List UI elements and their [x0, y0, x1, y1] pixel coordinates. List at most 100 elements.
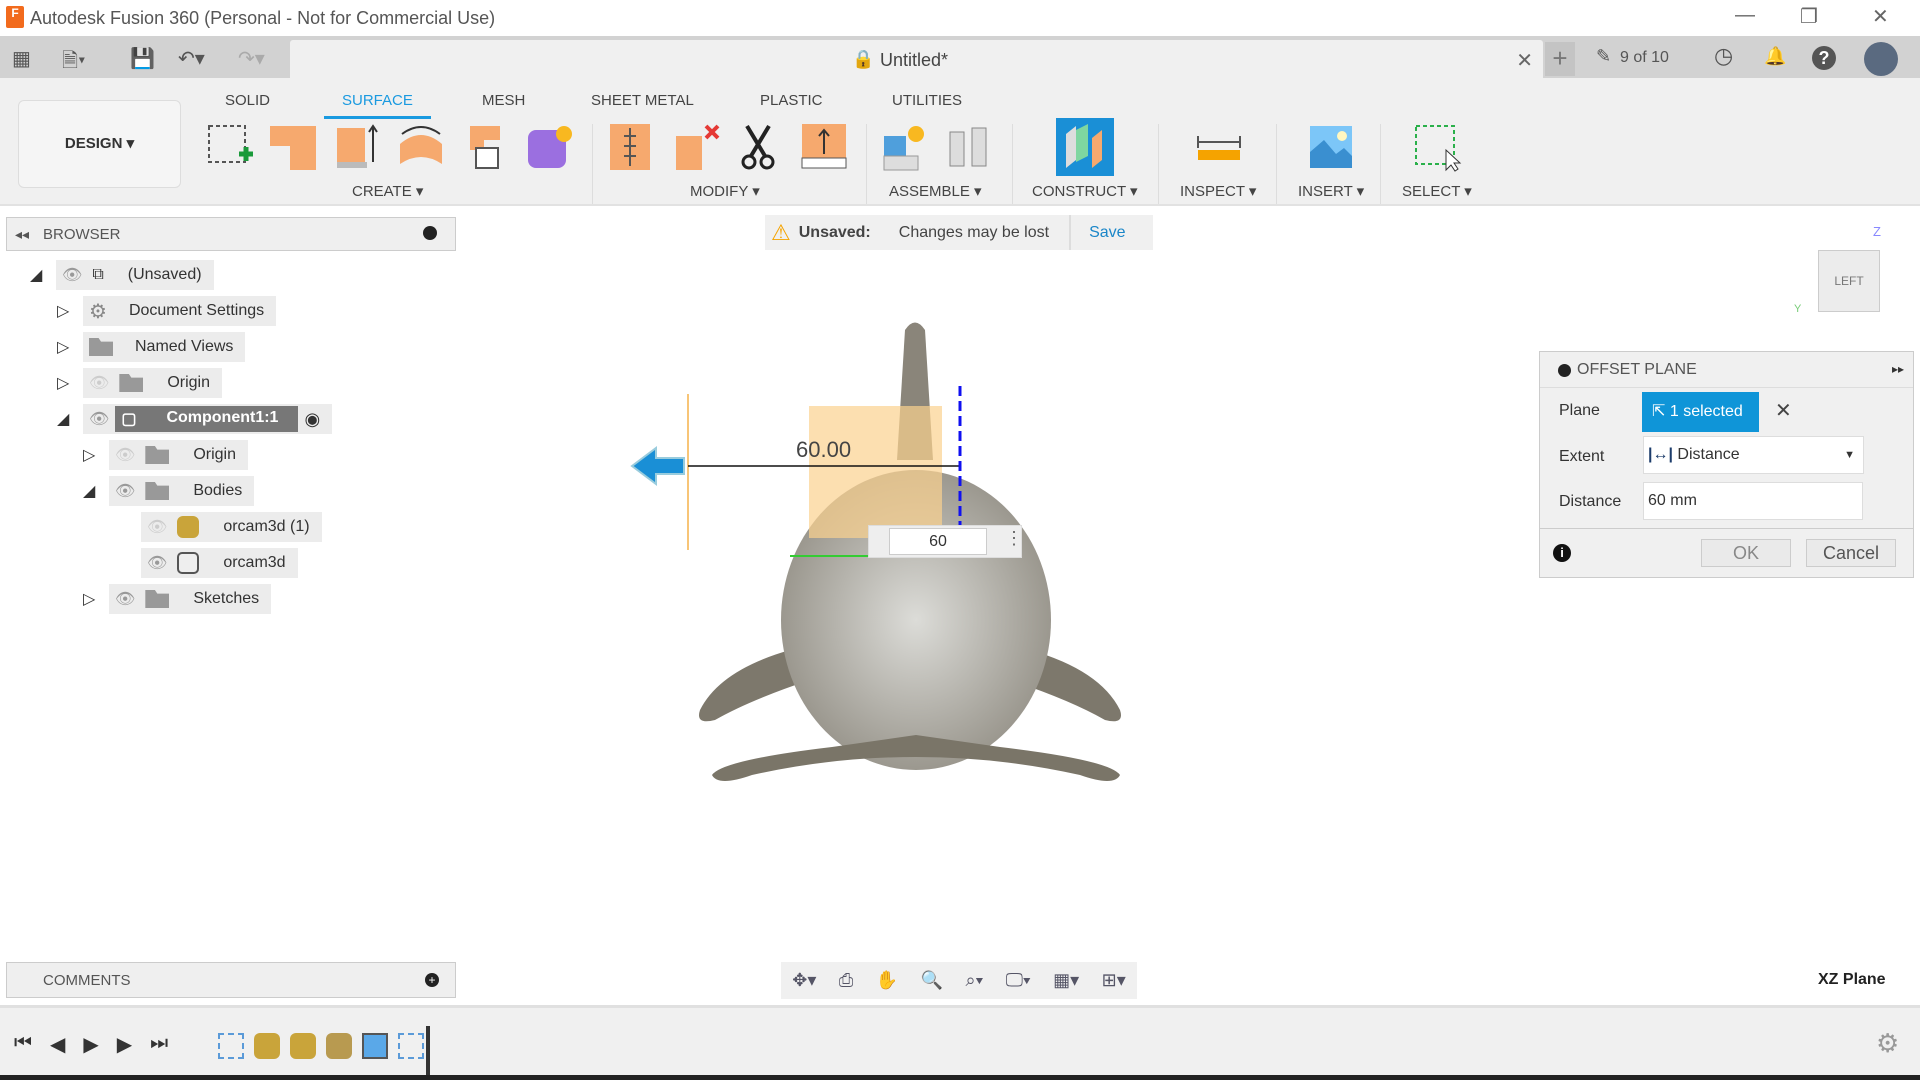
zoom-icon[interactable]: 🔍 [921, 970, 943, 991]
save-icon[interactable]: 💾 [130, 46, 155, 71]
tree-item-named-views[interactable]: ▷Named Views [57, 332, 245, 362]
browser-panel-header[interactable]: ◂◂ BROWSER [6, 217, 456, 251]
collapsed-triangle-icon[interactable]: ▷ [83, 445, 103, 465]
distance-input[interactable]: 60 mm [1643, 482, 1863, 520]
collapsed-triangle-icon[interactable]: ▷ [57, 373, 77, 393]
timeline-sketch-icon[interactable] [218, 1033, 244, 1059]
help-icon[interactable]: ? [1812, 46, 1836, 70]
tree-item-component-origin[interactable]: ▷👁Origin [83, 440, 248, 470]
fit-icon[interactable]: ⌕▾ [966, 970, 984, 991]
eye-hidden-icon[interactable]: 👁 [89, 373, 109, 393]
close-window-button[interactable]: ✕ [1872, 4, 1889, 29]
measure-icon[interactable] [1194, 122, 1244, 172]
tab-utilities[interactable]: UTILITIES [892, 92, 962, 109]
sweep-icon[interactable] [460, 122, 510, 172]
thicken-icon[interactable] [606, 122, 656, 172]
expanded-triangle-icon[interactable]: ◢ [83, 481, 103, 501]
pan-hand-icon[interactable]: ✋ [876, 970, 898, 991]
timeline-plane-icon[interactable] [362, 1033, 388, 1059]
workspace-design-dropdown[interactable]: DESIGN ▾ [18, 100, 181, 188]
revolve-icon[interactable] [396, 122, 446, 172]
tab-surface[interactable]: SURFACE [342, 92, 413, 109]
loft-icon[interactable] [524, 122, 574, 172]
insert-image-icon[interactable] [1306, 122, 1356, 172]
construct-plane-icon[interactable] [1056, 118, 1114, 176]
tree-item-component[interactable]: ◢👁▢Component1:1◉ [57, 404, 332, 434]
tree-item-document-settings[interactable]: ▷⚙Document Settings [57, 296, 276, 326]
assemble-menu[interactable]: ASSEMBLE ▾ [889, 182, 982, 200]
eye-icon[interactable]: 👁 [62, 265, 82, 285]
user-avatar[interactable] [1864, 42, 1898, 76]
insert-menu[interactable]: INSERT ▾ [1298, 182, 1364, 200]
expanded-triangle-icon[interactable]: ◢ [57, 409, 77, 429]
viewcube[interactable]: LEFT [1818, 250, 1880, 312]
comments-panel-header[interactable]: COMMENTS + [6, 962, 456, 998]
ok-button[interactable]: OK [1701, 539, 1791, 567]
tree-item-root[interactable]: ◢👁⧉(Unsaved) [30, 260, 214, 290]
viewports-icon[interactable]: ⊞▾ [1102, 970, 1126, 991]
collapsed-triangle-icon[interactable]: ▷ [57, 301, 77, 321]
go-to-start-icon[interactable]: ⏮ [14, 1032, 32, 1057]
tab-plastic[interactable]: PLASTIC [760, 92, 823, 109]
dialog-header[interactable]: OFFSET PLANE ▸▸ [1540, 352, 1913, 388]
select-window-icon[interactable] [1412, 122, 1462, 172]
step-forward-icon[interactable]: ▶ [117, 1032, 132, 1057]
tree-item-body[interactable]: 👁orcam3d [141, 548, 298, 578]
construct-menu[interactable]: CONSTRUCT ▾ [1032, 182, 1138, 200]
document-tab[interactable]: 🔒 Untitled* ✕ [290, 40, 1543, 78]
create-menu[interactable]: CREATE ▾ [352, 182, 423, 200]
expand-dialog-icon[interactable]: ▸▸ [1892, 362, 1904, 376]
plane-selection-button[interactable]: ⇱ 1 selected [1642, 392, 1759, 432]
new-tab-button[interactable]: + [1545, 42, 1575, 76]
tree-item-sketches[interactable]: ▷👁Sketches [83, 584, 271, 614]
collapsed-triangle-icon[interactable]: ▷ [57, 337, 77, 357]
file-menu-icon[interactable]: 🗎▾ [62, 46, 85, 80]
select-menu[interactable]: SELECT ▾ [1402, 182, 1472, 200]
tree-item-bodies[interactable]: ◢👁Bodies [83, 476, 254, 506]
extrude-icon[interactable] [333, 122, 383, 172]
extent-dropdown[interactable]: |↔| Distance▼ [1643, 436, 1864, 474]
collapse-panel-icon[interactable]: ◂◂ [15, 226, 29, 243]
create-sketch-icon[interactable] [205, 122, 255, 172]
orbit-icon[interactable]: ✥▾ [792, 970, 816, 991]
timeline-mesh-icon[interactable] [290, 1033, 316, 1059]
minus-circle-icon[interactable] [1558, 364, 1571, 377]
step-back-icon[interactable]: ◀ [50, 1032, 65, 1057]
clear-selection-icon[interactable]: ✕ [1775, 398, 1792, 423]
grid-settings-icon[interactable]: ▦▾ [1053, 970, 1079, 991]
history-clock-icon[interactable]: ◷ [1714, 43, 1733, 69]
offset-face-icon[interactable] [800, 122, 850, 172]
timeline-settings-gear-icon[interactable]: ⚙ [1876, 1028, 1899, 1059]
trim-scissors-icon[interactable] [735, 122, 785, 172]
minus-circle-icon[interactable] [423, 226, 437, 240]
eye-icon[interactable]: 👁 [147, 553, 167, 573]
tab-solid[interactable]: SOLID [225, 92, 270, 109]
go-to-end-icon[interactable]: ⏭ [150, 1032, 168, 1057]
eye-hidden-icon[interactable]: 👁 [115, 445, 135, 465]
job-status-icon[interactable]: ✎ [1596, 46, 1611, 67]
timeline-convert-icon[interactable] [326, 1033, 352, 1059]
delete-face-icon[interactable] [672, 122, 722, 172]
timeline-mesh-icon[interactable] [254, 1033, 280, 1059]
timeline-sketch-icon[interactable] [398, 1033, 424, 1059]
tree-item-body-mesh[interactable]: 👁orcam3d (1) [141, 512, 322, 542]
job-status-count[interactable]: 9 of 10 [1620, 49, 1669, 67]
tab-sheet-metal[interactable]: SHEET METAL [591, 92, 694, 109]
new-component-icon[interactable] [880, 122, 930, 172]
tree-item-origin[interactable]: ▷👁Origin [57, 368, 222, 398]
cancel-button[interactable]: Cancel [1806, 539, 1896, 567]
expanded-triangle-icon[interactable]: ◢ [30, 265, 50, 285]
undo-icon[interactable]: ↶▾ [178, 46, 205, 71]
eye-hidden-icon[interactable]: 👁 [147, 517, 167, 537]
look-at-icon[interactable]: ⎙ [839, 970, 853, 991]
distance-inline-input[interactable]: 60 [889, 528, 987, 555]
save-link[interactable]: Save [1089, 224, 1125, 242]
close-tab-button[interactable]: ✕ [1516, 48, 1533, 73]
apps-grid-icon[interactable]: ▦ [12, 46, 31, 71]
activate-radio-icon[interactable]: ◉ [304, 409, 320, 430]
eye-icon[interactable]: 👁 [115, 481, 135, 501]
display-settings-icon[interactable]: 🖵▾ [1006, 970, 1031, 991]
patch-icon[interactable] [268, 122, 318, 172]
play-icon[interactable]: ▶ [83, 1032, 98, 1057]
info-icon[interactable]: i [1553, 544, 1571, 562]
